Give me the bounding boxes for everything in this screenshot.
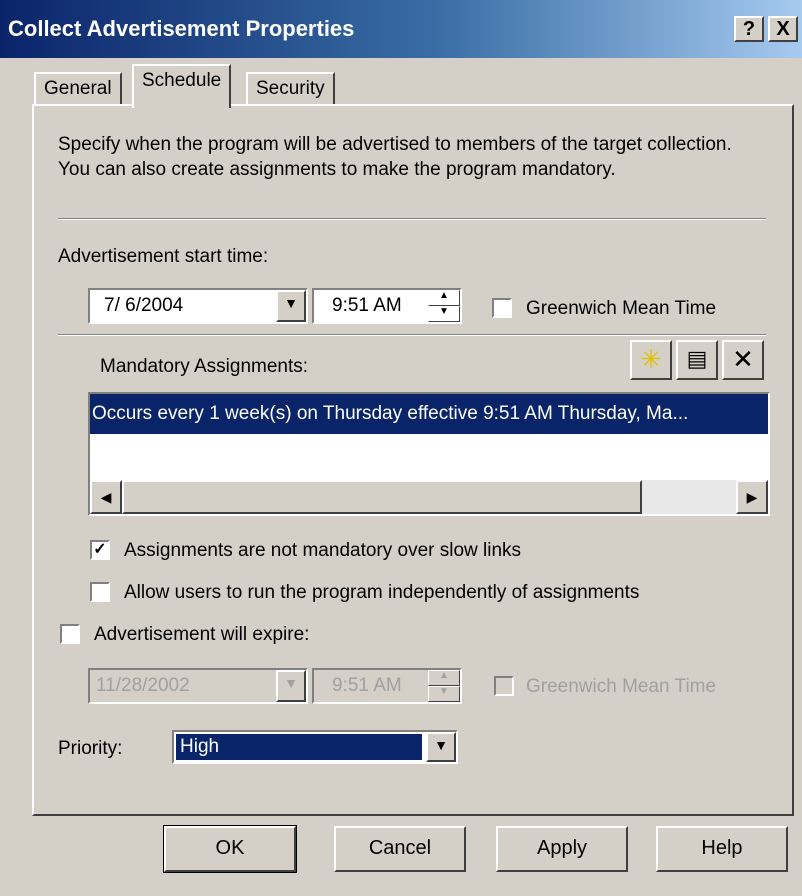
delete-assignment-button[interactable]: ✕ — [722, 340, 764, 380]
scroll-right-button[interactable]: ▶ — [736, 480, 768, 514]
spin-up-icon: ▲ — [428, 670, 460, 686]
expire-date-field: 11/28/2002 ▼ — [88, 668, 308, 704]
start-time-field[interactable]: 9:51 AM ▲ ▼ — [312, 288, 462, 324]
tab-schedule[interactable]: Schedule — [132, 64, 232, 108]
expire-time-value: 9:51 AM — [332, 675, 402, 696]
scroll-thumb[interactable] — [122, 480, 642, 514]
priority-select[interactable]: High ▼ — [172, 730, 458, 764]
delete-x-icon: ✕ — [732, 344, 754, 374]
arrow-right-icon: ▶ — [746, 489, 758, 505]
scroll-left-button[interactable]: ◀ — [90, 480, 122, 514]
start-date-value: 7/ 6/2004 — [104, 295, 184, 316]
gmt-label: Greenwich Mean Time — [526, 298, 717, 319]
new-assignment-button[interactable]: ✳ — [630, 340, 672, 380]
horizontal-scrollbar[interactable]: ◀ ▶ — [90, 480, 768, 514]
ok-button[interactable]: OK — [163, 825, 297, 873]
gmt-checkbox[interactable] — [492, 298, 512, 318]
chevron-down-icon: ▼ — [284, 295, 298, 311]
priority-label: Priority: — [58, 738, 123, 759]
not-mandatory-label: Assignments are not mandatory over slow … — [124, 540, 522, 561]
start-time-value: 9:51 AM — [332, 295, 402, 316]
chevron-down-icon: ▼ — [434, 737, 448, 753]
assignments-list[interactable]: Occurs every 1 week(s) on Thursday effec… — [88, 392, 770, 516]
title-bar: Collect Advertisement Properties ? X — [0, 0, 802, 58]
priority-value: High — [176, 734, 422, 760]
allow-users-label: Allow users to run the program independe… — [124, 582, 640, 603]
start-date-field[interactable]: 7/ 6/2004 ▼ — [88, 288, 308, 324]
separator-2 — [58, 334, 766, 336]
expire-date-dropdown-button: ▼ — [276, 670, 306, 702]
expire-checkbox[interactable] — [60, 624, 80, 644]
tab-security[interactable]: Security — [246, 72, 335, 106]
description-text: Specify when the program will be adverti… — [58, 134, 732, 180]
assignment-properties-button[interactable]: ▤ — [676, 340, 718, 380]
expire-label: Advertisement will expire: — [94, 624, 310, 645]
arrow-left-icon: ◀ — [100, 489, 112, 505]
spin-up-icon[interactable]: ▲ — [428, 290, 460, 306]
apply-button[interactable]: Apply — [496, 826, 628, 872]
expire-gmt-checkbox — [494, 676, 514, 696]
not-mandatory-checkbox[interactable]: ✓ — [90, 540, 110, 560]
start-time-label: Advertisement start time: — [58, 246, 269, 267]
expire-gmt-label: Greenwich Mean Time — [526, 676, 717, 697]
separator — [58, 218, 766, 220]
allow-users-checkbox[interactable] — [90, 582, 110, 602]
tab-general[interactable]: General — [34, 72, 122, 106]
expire-time-spinner: ▲ ▼ — [428, 670, 460, 702]
close-button[interactable]: X — [768, 16, 798, 42]
expire-date-value: 11/28/2002 — [96, 675, 190, 696]
cancel-button[interactable]: Cancel — [334, 826, 466, 872]
priority-dropdown-button[interactable]: ▼ — [426, 732, 456, 762]
window-title: Collect Advertisement Properties — [8, 16, 355, 41]
properties-icon: ▤ — [686, 346, 708, 371]
help-button[interactable]: ? — [734, 16, 764, 42]
start-date-dropdown-button[interactable]: ▼ — [276, 290, 306, 322]
expire-time-field: 9:51 AM ▲ ▼ — [312, 668, 462, 704]
check-icon: ✓ — [93, 541, 107, 558]
spin-down-icon: ▼ — [428, 686, 460, 702]
start-time-spinner[interactable]: ▲ ▼ — [428, 290, 460, 322]
spin-down-icon[interactable]: ▼ — [428, 306, 460, 322]
help-dialog-button[interactable]: Help — [656, 826, 788, 872]
mandatory-assignments-label: Mandatory Assignments: — [100, 356, 309, 377]
list-item[interactable]: Occurs every 1 week(s) on Thursday effec… — [90, 394, 768, 434]
chevron-down-icon: ▼ — [284, 675, 298, 691]
new-star-icon: ✳ — [640, 344, 662, 374]
